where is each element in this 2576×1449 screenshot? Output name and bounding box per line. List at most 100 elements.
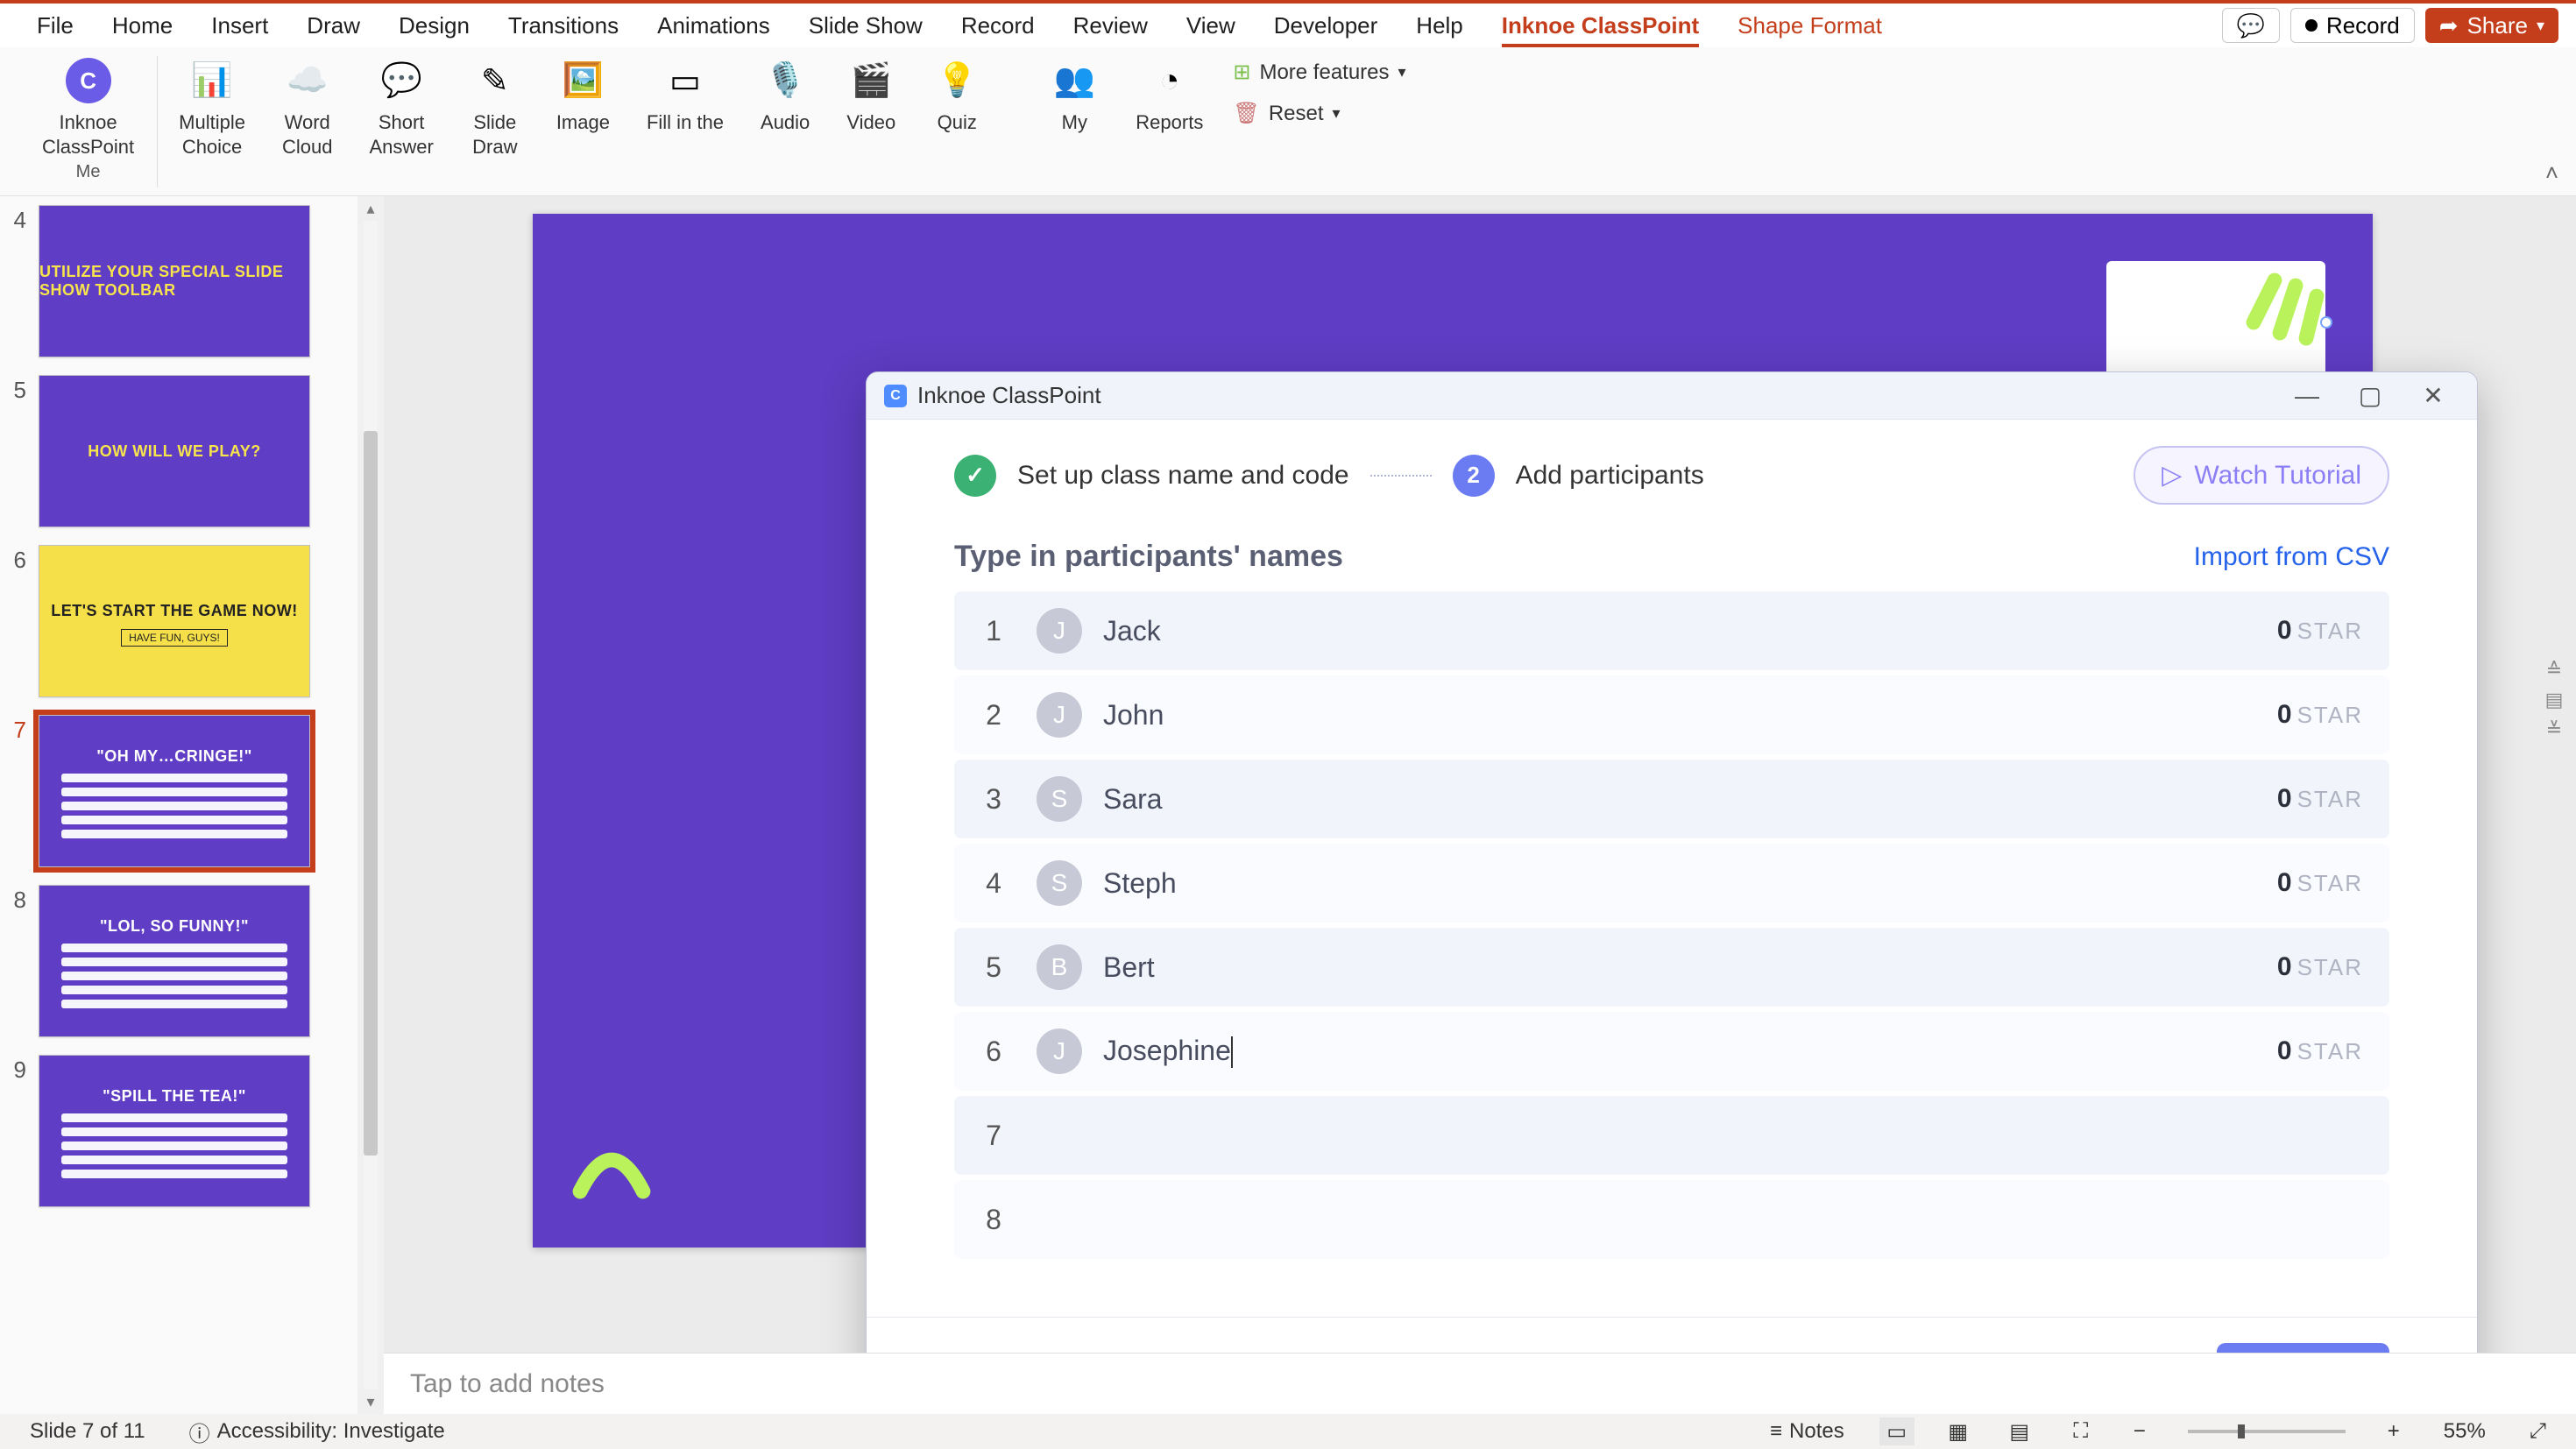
ribbon-tab-transitions[interactable]: Transitions	[489, 4, 638, 47]
share-button[interactable]: ➦ Share ▾	[2425, 8, 2558, 43]
cloud-icon: ☁️	[283, 56, 332, 105]
normal-view-button[interactable]: ▭	[1879, 1417, 1914, 1445]
participant-row-empty[interactable]: 8	[954, 1180, 2389, 1259]
slide-position-label[interactable]: Slide 7 of 11	[21, 1417, 154, 1445]
participant-stars: 0STAR	[2277, 784, 2363, 814]
word-cloud-button[interactable]: ☁️ Word Cloud	[266, 56, 348, 187]
ribbon-tab-insert[interactable]: Insert	[192, 4, 287, 47]
fit-to-window-button[interactable]: ⤢	[2521, 1417, 2555, 1445]
thumbnail-number: 9	[9, 1055, 26, 1084]
collapse-ribbon-button[interactable]: ˄	[2545, 159, 2558, 187]
thumbnail-preview: "SPILL THE TEA!"	[39, 1055, 310, 1207]
participant-index: 6	[972, 1036, 1016, 1068]
thumbnail-preview: "LOL, SO FUNNY!"	[39, 885, 310, 1037]
participant-row[interactable]: 3SSara0STAR	[954, 760, 2389, 838]
sorter-view-button[interactable]: ▦	[1941, 1417, 1976, 1445]
reset-button[interactable]: 🗑 Reset ▾	[1233, 101, 1405, 126]
dialog-maximize-button[interactable]: ▢	[2344, 378, 2396, 413]
multiple-choice-button[interactable]: 📊 Multiple Choice	[163, 56, 261, 187]
more-features-button[interactable]: ⊞ More features ▾	[1233, 60, 1405, 85]
zoom-in-button[interactable]: +	[2379, 1417, 2409, 1445]
text-caret	[1231, 1036, 1233, 1068]
participant-name-input[interactable]: John	[1103, 699, 2277, 732]
ribbon-tab-help[interactable]: Help	[1397, 4, 1482, 47]
thumbnail-preview: UTILIZE YOUR SPECIAL SLIDE SHOW TOOLBAR	[39, 205, 310, 357]
participant-stars: 0STAR	[2277, 616, 2363, 646]
ribbon-tab-draw[interactable]: Draw	[287, 4, 379, 47]
fill-in-button[interactable]: ▭ Fill in the	[631, 56, 740, 187]
scroll-handle[interactable]	[364, 431, 378, 1156]
slide-thumbnail[interactable]: 4UTILIZE YOUR SPECIAL SLIDE SHOW TOOLBAR	[9, 205, 357, 357]
ribbon-tab-inknoe-classpoint[interactable]: Inknoe ClassPoint	[1483, 4, 1718, 47]
share-icon: ➦	[2439, 12, 2459, 39]
thumbnails-list[interactable]: 4UTILIZE YOUR SPECIAL SLIDE SHOW TOOLBAR…	[0, 196, 357, 1414]
ribbon-tab-review[interactable]: Review	[1054, 4, 1167, 47]
participant-row[interactable]: 5BBert0STAR	[954, 928, 2389, 1007]
participant-name-input[interactable]: Josephine	[1103, 1035, 2277, 1069]
slide-stage[interactable]: ≙ ▤ ≚ C Inknoe ClassPoint ― ▢ ✕ ✓ Set up…	[384, 196, 2576, 1353]
participant-row[interactable]: 4SSteph0STAR	[954, 844, 2389, 922]
scroll-up-button[interactable]: ▴	[357, 196, 384, 221]
ribbon-tab-developer[interactable]: Developer	[1255, 4, 1398, 47]
video-button[interactable]: 🎬 Video	[831, 56, 911, 187]
classpoint-button[interactable]: C Inknoe ClassPoint Me	[26, 56, 158, 187]
record-button[interactable]: Record	[2290, 8, 2415, 43]
reading-view-button[interactable]: ▤	[2002, 1417, 2037, 1445]
notes-toggle-button[interactable]: ≡ Notes	[1761, 1417, 1853, 1445]
thumbnails-scrollbar[interactable]: ▴ ▾	[357, 196, 384, 1414]
ribbon-tab-view[interactable]: View	[1167, 4, 1255, 47]
ribbon-tab-slide-show[interactable]: Slide Show	[789, 4, 942, 47]
dialog-close-button[interactable]: ✕	[2407, 378, 2459, 413]
participant-name-input[interactable]: Steph	[1103, 867, 2277, 900]
ribbon-tab-animations[interactable]: Animations	[638, 4, 789, 47]
participants-list: 1JJack0STAR2JJohn0STAR3SSara0STAR4SSteph…	[867, 591, 2477, 1317]
ribbon-tab-design[interactable]: Design	[379, 4, 489, 47]
participant-name-input[interactable]: Sara	[1103, 783, 2277, 816]
slide-thumbnail[interactable]: 7"OH MY…CRINGE!"	[9, 715, 357, 867]
form-icon: ▭	[661, 56, 710, 105]
next-slide-button[interactable]: ≚	[2541, 718, 2567, 741]
pencil-icon: ✎	[471, 56, 520, 105]
participant-row[interactable]: 2JJohn0STAR	[954, 675, 2389, 754]
slideshow-view-button[interactable]: ⛶	[2063, 1417, 2098, 1445]
slide-thumbnail[interactable]: 8"LOL, SO FUNNY!"	[9, 885, 357, 1037]
notes-pane[interactable]: Tap to add notes	[384, 1353, 2576, 1414]
participant-index: 2	[972, 699, 1016, 732]
ribbon-tab-record[interactable]: Record	[942, 4, 1054, 47]
zoom-percent-label[interactable]: 55%	[2435, 1417, 2495, 1445]
scroll-down-button[interactable]: ▾	[357, 1389, 384, 1414]
ribbon-tab-shape-format[interactable]: Shape Format	[1718, 4, 1901, 47]
slide-draw-button[interactable]: ✎ Slide Draw	[455, 56, 535, 187]
image-button[interactable]: 🖼️ Image	[541, 56, 626, 187]
participant-index: 4	[972, 867, 1016, 900]
participant-name-input[interactable]: Bert	[1103, 951, 2277, 984]
participant-row-empty[interactable]: 7	[954, 1096, 2389, 1175]
slide-thumbnail[interactable]: 9 "SPILL THE TEA!"	[9, 1055, 357, 1207]
short-answer-button[interactable]: 💬 Short Answer	[353, 56, 449, 187]
prev-slide-button[interactable]: ≙	[2541, 659, 2567, 682]
reports-button[interactable]: ◔ Reports	[1120, 56, 1219, 187]
ribbon-tab-home[interactable]: Home	[93, 4, 192, 47]
comments-button[interactable]: 💬	[2222, 8, 2280, 43]
import-csv-link[interactable]: Import from CSV	[2194, 542, 2389, 572]
slide-thumbnail[interactable]: 6LET'S START THE GAME NOW!HAVE FUN, GUYS…	[9, 545, 357, 697]
finish-button[interactable]: Finish	[2217, 1343, 2389, 1353]
fit-slide-button[interactable]: ▤	[2541, 689, 2567, 711]
zoom-slider[interactable]	[2188, 1430, 2346, 1433]
participant-row[interactable]: 6JJosephine0STAR	[954, 1012, 2389, 1091]
zoom-out-button[interactable]: −	[2125, 1417, 2155, 1445]
watch-tutorial-button[interactable]: ▷ Watch Tutorial	[2134, 446, 2389, 505]
ribbon-tab-file[interactable]: File	[18, 4, 93, 47]
participant-row[interactable]: 1JJack0STAR	[954, 591, 2389, 670]
accessibility-check-button[interactable]: ⓘ Accessibility: Investigate	[180, 1417, 454, 1445]
dialog-subheader: Type in participants' names Import from …	[867, 513, 2477, 591]
back-button[interactable]: ‹ Back	[2043, 1348, 2182, 1353]
dialog-title-bar[interactable]: C Inknoe ClassPoint ― ▢ ✕	[867, 372, 2477, 420]
slide-thumbnail[interactable]: 5HOW WILL WE PLAY?	[9, 375, 357, 527]
my-button[interactable]: 👥 My	[1034, 56, 1115, 187]
participant-name-input[interactable]: Jack	[1103, 615, 2277, 647]
grid-plus-icon: ⊞	[1233, 60, 1250, 85]
dialog-minimize-button[interactable]: ―	[2281, 378, 2333, 413]
quiz-button[interactable]: 💡 Quiz	[916, 56, 997, 187]
audio-button[interactable]: 🎙️ Audio	[745, 56, 825, 187]
